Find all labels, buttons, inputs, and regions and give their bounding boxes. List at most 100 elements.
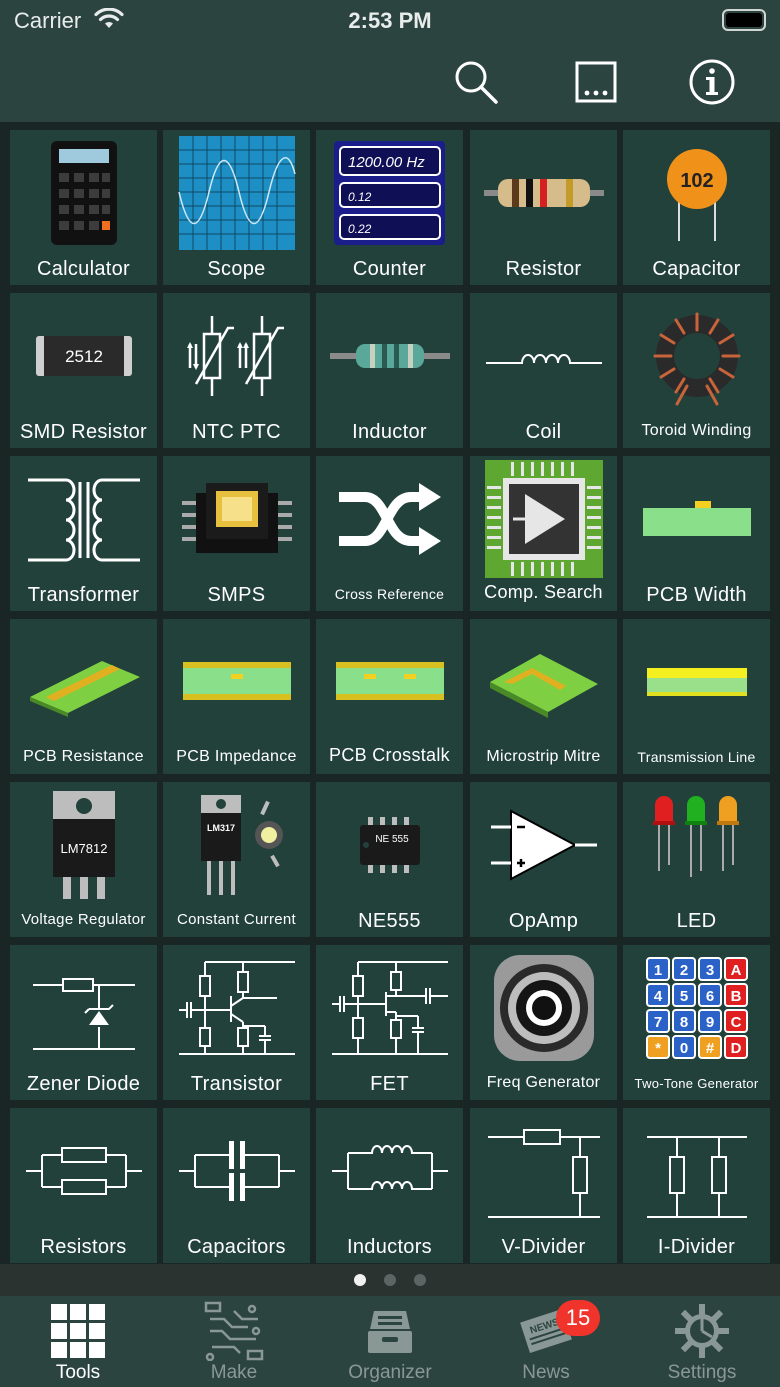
tile-pcb-resistance[interactable]: PCB Resistance bbox=[10, 619, 157, 774]
tile-comp-search[interactable]: Comp. Search bbox=[470, 456, 617, 611]
tile-transmission-line[interactable]: Transmission Line bbox=[623, 619, 770, 774]
tile-label: Freq Generator bbox=[486, 1074, 601, 1091]
tile-constant-current[interactable]: LM317 Constant Current bbox=[163, 782, 310, 937]
tile-two-tone-generator[interactable]: 1 2 3 A 4 5 6 B 7 8 9 C * 0 # D Two-Tone Generator bbox=[623, 945, 770, 1100]
tile-resistor[interactable]: Resistor bbox=[470, 130, 617, 285]
tab-label: Make bbox=[210, 1362, 258, 1383]
tile-freq-generator[interactable]: Freq Generator bbox=[470, 945, 617, 1100]
keypad-key-label: 2 bbox=[679, 962, 687, 979]
keypad-key-label: # bbox=[705, 1040, 714, 1057]
tab-organizer[interactable]: Organizer bbox=[312, 1296, 468, 1387]
tile-opamp[interactable]: OpAmp bbox=[470, 782, 617, 937]
tile-label: SMD Resistor bbox=[20, 421, 147, 443]
ellipsis-icon bbox=[575, 61, 617, 103]
tile-label: Cross Reference bbox=[334, 586, 445, 602]
tile-label: Comp. Search bbox=[484, 582, 603, 602]
tile-fet[interactable]: FET bbox=[316, 945, 463, 1100]
tile-smd-resistor[interactable]: 2512 SMD Resistor bbox=[10, 293, 157, 448]
tab-label: Organizer bbox=[348, 1362, 432, 1383]
tile-label: Zener Diode bbox=[26, 1073, 141, 1095]
tile-capacitor[interactable]: 102 Capacitor bbox=[623, 130, 770, 285]
tile-label: Two-Tone Generator bbox=[634, 1076, 759, 1091]
tile-toroid-winding[interactable]: Toroid Winding bbox=[623, 293, 770, 448]
tile-led[interactable]: LED bbox=[623, 782, 770, 937]
keypad-key-label: 1 bbox=[653, 962, 661, 979]
tile-transformer[interactable]: Transformer bbox=[10, 456, 157, 611]
ic-chip-icon bbox=[470, 460, 617, 578]
tile-microstrip-mitre[interactable]: Microstrip Mitre bbox=[470, 619, 617, 774]
tile-v-divider[interactable]: V-Divider bbox=[470, 1108, 617, 1263]
tile-pcb-impedance[interactable]: PCB Impedance bbox=[163, 619, 310, 774]
page-dot-1[interactable] bbox=[354, 1274, 366, 1286]
tab-tools[interactable]: Tools bbox=[0, 1296, 156, 1387]
keypad-key-label: D bbox=[730, 1040, 741, 1057]
smd-resistor-icon: 2512 bbox=[10, 297, 157, 415]
tile-label: OpAmp bbox=[508, 910, 579, 932]
tab-settings[interactable]: Settings bbox=[624, 1296, 780, 1387]
tile-label: Calculator bbox=[36, 258, 131, 280]
tile-label: NE555 bbox=[358, 910, 421, 932]
tile-label: Voltage Regulator bbox=[21, 911, 146, 928]
tile-pcb-width[interactable]: PCB Width bbox=[623, 456, 770, 611]
transmission-line-icon bbox=[623, 623, 770, 741]
counter-b-text: 0.22 bbox=[348, 222, 372, 236]
transformer-symbol-icon bbox=[10, 460, 157, 578]
transistor-circuit-icon bbox=[163, 949, 310, 1067]
tile-label: Inductor bbox=[352, 421, 427, 443]
tile-pcb-crosstalk[interactable]: PCB Crosstalk bbox=[316, 619, 463, 774]
parallel-capacitors-icon bbox=[163, 1112, 310, 1230]
keypad-key-label: B bbox=[730, 988, 741, 1005]
tile-label: SMPS bbox=[207, 584, 266, 606]
page-dot-2[interactable] bbox=[384, 1274, 396, 1286]
tile-calculator[interactable]: Calculator bbox=[10, 130, 157, 285]
tile-resistors[interactable]: Resistors bbox=[10, 1108, 157, 1263]
tile-ntc-ptc[interactable]: NTC PTC bbox=[163, 293, 310, 448]
gear-icon bbox=[675, 1302, 729, 1360]
search-icon bbox=[455, 61, 498, 104]
tile-i-divider[interactable]: I-Divider bbox=[623, 1108, 770, 1263]
tile-label: V-Divider bbox=[501, 1236, 586, 1258]
tile-transistor[interactable]: Transistor bbox=[163, 945, 310, 1100]
tile-label: Capacitors bbox=[187, 1236, 286, 1258]
tile-label: PCB Crosstalk bbox=[329, 745, 450, 765]
tile-label: Coil bbox=[525, 421, 562, 443]
thermistor-icon bbox=[163, 297, 310, 415]
keypad-key-label: * bbox=[655, 1040, 661, 1057]
more-button[interactable] bbox=[568, 54, 624, 110]
oscilloscope-icon bbox=[163, 134, 310, 252]
tile-label: Transformer bbox=[27, 584, 140, 606]
search-button[interactable] bbox=[448, 54, 504, 110]
tile-label: LED bbox=[676, 910, 717, 932]
tile-ne555[interactable]: NE 555 NE555 bbox=[316, 782, 463, 937]
tile-label: Inductors bbox=[347, 1236, 432, 1258]
keypad-icon: 1 2 3 A 4 5 6 B 7 8 9 C * 0 # D bbox=[623, 949, 770, 1067]
tab-make[interactable]: Make bbox=[156, 1296, 312, 1387]
tile-inductor[interactable]: Inductor bbox=[316, 293, 463, 448]
page-dot-3[interactable] bbox=[414, 1274, 426, 1286]
tile-label: FET bbox=[370, 1073, 409, 1095]
tile-smps[interactable]: SMPS bbox=[163, 456, 310, 611]
keypad-key-label: 7 bbox=[653, 1014, 661, 1031]
tile-label: PCB Resistance bbox=[23, 748, 144, 765]
tab-label: Tools bbox=[55, 1362, 101, 1383]
keypad-key-label: C bbox=[730, 1014, 741, 1031]
opamp-symbol-icon bbox=[470, 786, 617, 904]
tile-coil[interactable]: Coil bbox=[470, 293, 617, 448]
resistor-icon bbox=[470, 134, 617, 252]
tile-zener-diode[interactable]: Zener Diode bbox=[10, 945, 157, 1100]
tile-scope[interactable]: Scope bbox=[163, 130, 310, 285]
tile-voltage-regulator[interactable]: LM7812 Voltage Regulator bbox=[10, 782, 157, 937]
calculator-icon bbox=[10, 134, 157, 252]
keypad-key-label: 5 bbox=[679, 988, 687, 1005]
tile-counter[interactable]: 1200.00 Hz 0.12 0.22 Counter bbox=[316, 130, 463, 285]
keypad-key-label: 6 bbox=[705, 988, 713, 1005]
fet-circuit-icon bbox=[316, 949, 463, 1067]
tab-news[interactable]: NEWS 15 News bbox=[468, 1296, 624, 1387]
tile-inductors[interactable]: Inductors bbox=[316, 1108, 463, 1263]
tile-cross-reference[interactable]: Cross Reference bbox=[316, 456, 463, 611]
pcb-resistance-icon bbox=[10, 623, 157, 741]
tile-capacitors[interactable]: Capacitors bbox=[163, 1108, 310, 1263]
tile-label: PCB Width bbox=[646, 584, 747, 606]
info-button[interactable] bbox=[684, 54, 740, 110]
grid-icon bbox=[51, 1302, 105, 1360]
